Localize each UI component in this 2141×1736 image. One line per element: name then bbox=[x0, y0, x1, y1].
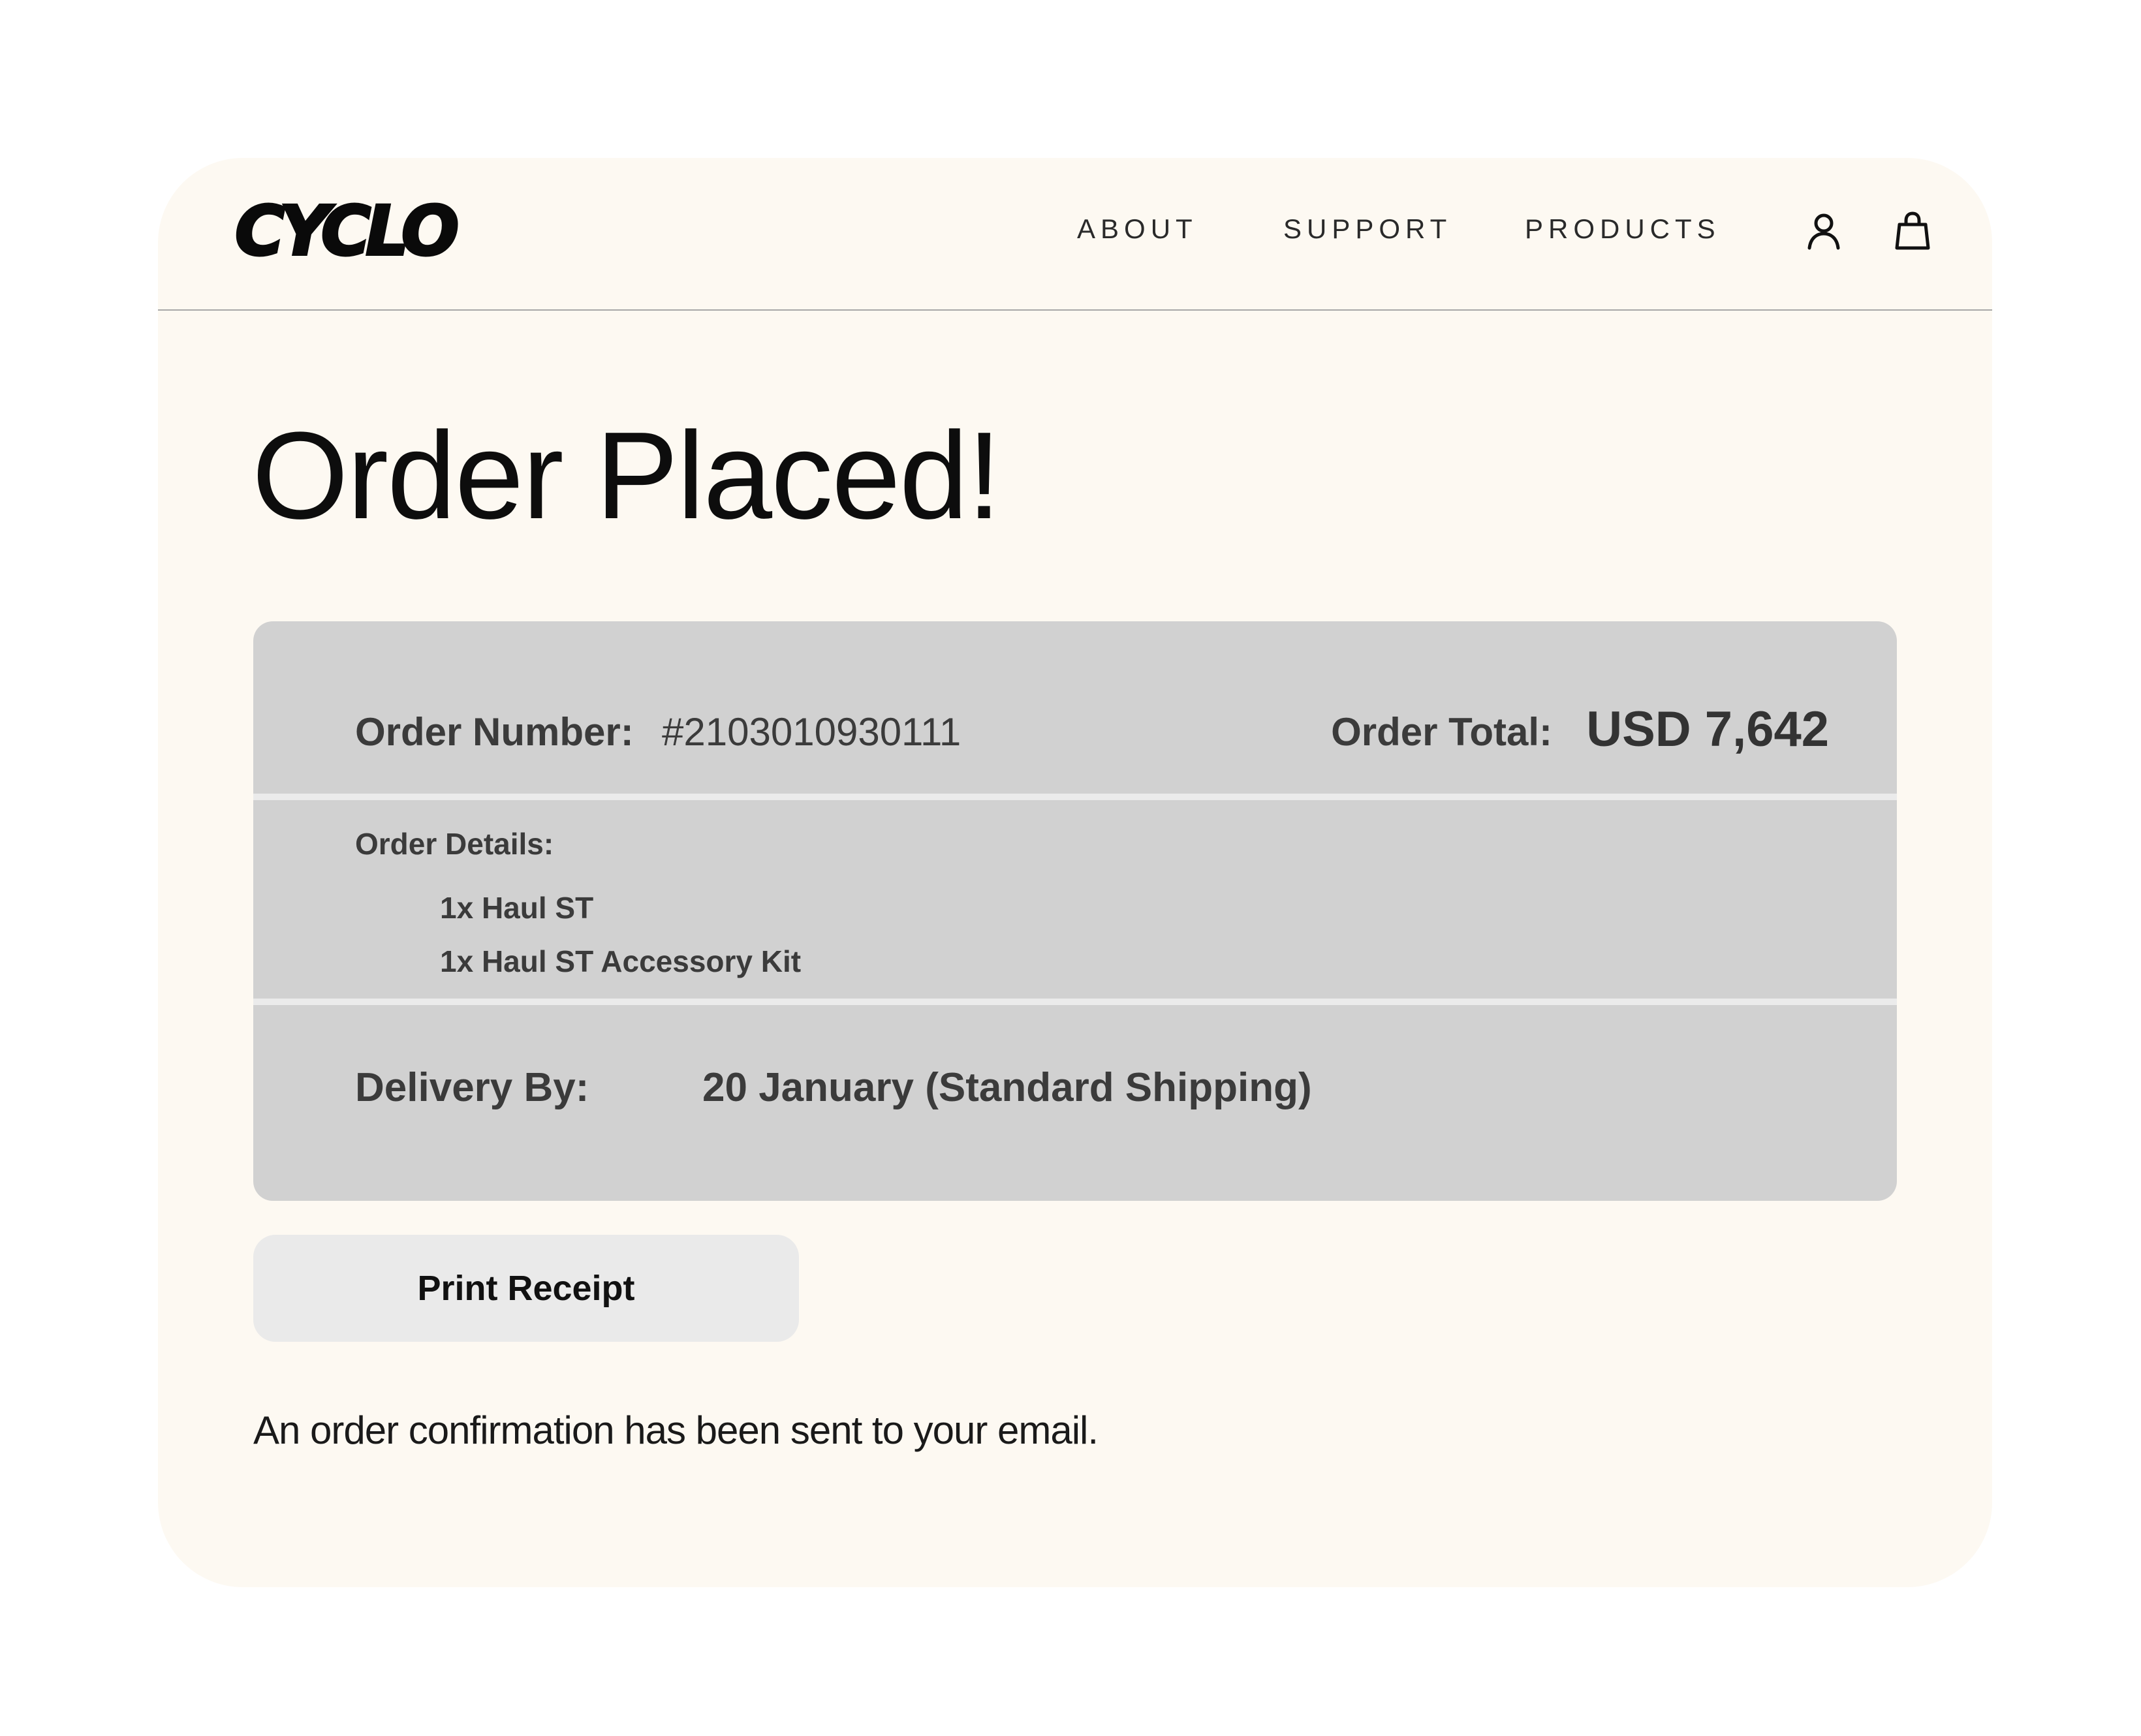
order-total-value: USD 7,642 bbox=[1586, 702, 1829, 757]
print-receipt-button[interactable]: Print Receipt bbox=[253, 1235, 799, 1342]
order-details-label: Order Details: bbox=[355, 827, 554, 861]
page-title: Order Placed! bbox=[252, 407, 1001, 545]
order-number-value: #2103010930111 bbox=[662, 710, 961, 754]
order-item: 1x Haul ST Accessory Kit bbox=[440, 944, 802, 978]
order-summary-card: Order Number: #2103010930111 Order Total… bbox=[253, 621, 1897, 1201]
nav-link-products[interactable]: PRODUCTS bbox=[1525, 215, 1721, 243]
order-header-section: Order Number: #2103010930111 Order Total… bbox=[253, 621, 1897, 794]
nav-link-support[interactable]: SUPPORT bbox=[1283, 215, 1452, 243]
order-items-list: 1x Haul ST 1x Haul ST Accessory Kit bbox=[440, 881, 801, 988]
app-window: CYCLO ABOUT SUPPORT PRODUCTS Order Place… bbox=[158, 158, 1992, 1587]
delivery-section: Delivery By: 20 January (Standard Shippi… bbox=[253, 1005, 1897, 1201]
shopping-bag-icon[interactable] bbox=[1892, 210, 1933, 252]
confirmation-message: An order confirmation has been sent to y… bbox=[253, 1408, 1099, 1452]
order-number-label: Order Number: bbox=[355, 710, 634, 754]
card-divider bbox=[253, 794, 1897, 800]
delivery-value: 20 January (Standard Shipping) bbox=[702, 1065, 1312, 1110]
top-navbar: CYCLO ABOUT SUPPORT PRODUCTS bbox=[158, 158, 1992, 311]
nav-link-about[interactable]: ABOUT bbox=[1077, 215, 1198, 243]
card-divider bbox=[253, 999, 1897, 1005]
order-item: 1x Haul ST bbox=[440, 891, 594, 925]
brand-logo[interactable]: CYCLO bbox=[234, 196, 460, 266]
order-total-label: Order Total: bbox=[1331, 710, 1552, 754]
order-details-section: Order Details: 1x Haul ST 1x Haul ST Acc… bbox=[253, 800, 1897, 999]
delivery-label: Delivery By: bbox=[355, 1065, 589, 1110]
account-icon[interactable] bbox=[1803, 210, 1845, 252]
